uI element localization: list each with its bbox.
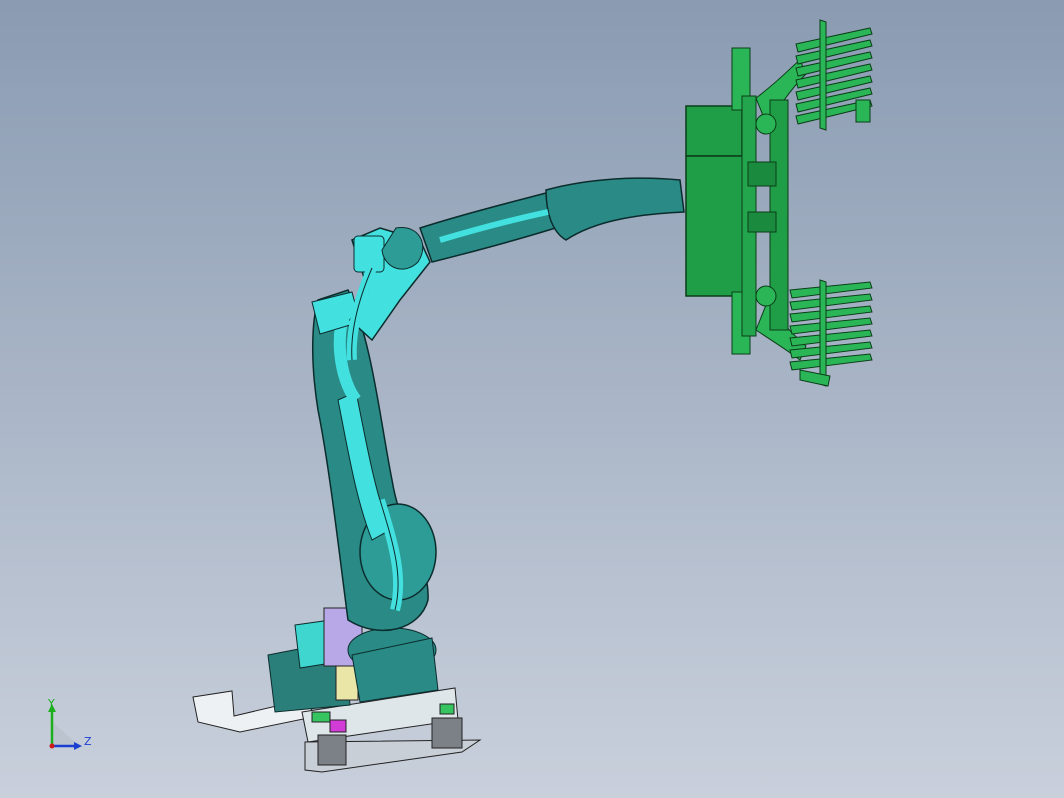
z-axis-label: Z bbox=[84, 735, 92, 748]
gripper-end-effector bbox=[685, 19, 873, 387]
cad-viewport[interactable]: Y Z bbox=[0, 0, 1064, 798]
coordinate-triad: Y Z bbox=[36, 696, 100, 760]
robot-assembly-model[interactable] bbox=[0, 0, 1064, 798]
robot-lower-arm bbox=[311, 289, 437, 632]
triad-axes-graphic bbox=[48, 704, 82, 750]
robot-base bbox=[192, 607, 482, 773]
robot-upper-arm bbox=[346, 177, 685, 361]
y-axis-label: Y bbox=[48, 697, 55, 710]
